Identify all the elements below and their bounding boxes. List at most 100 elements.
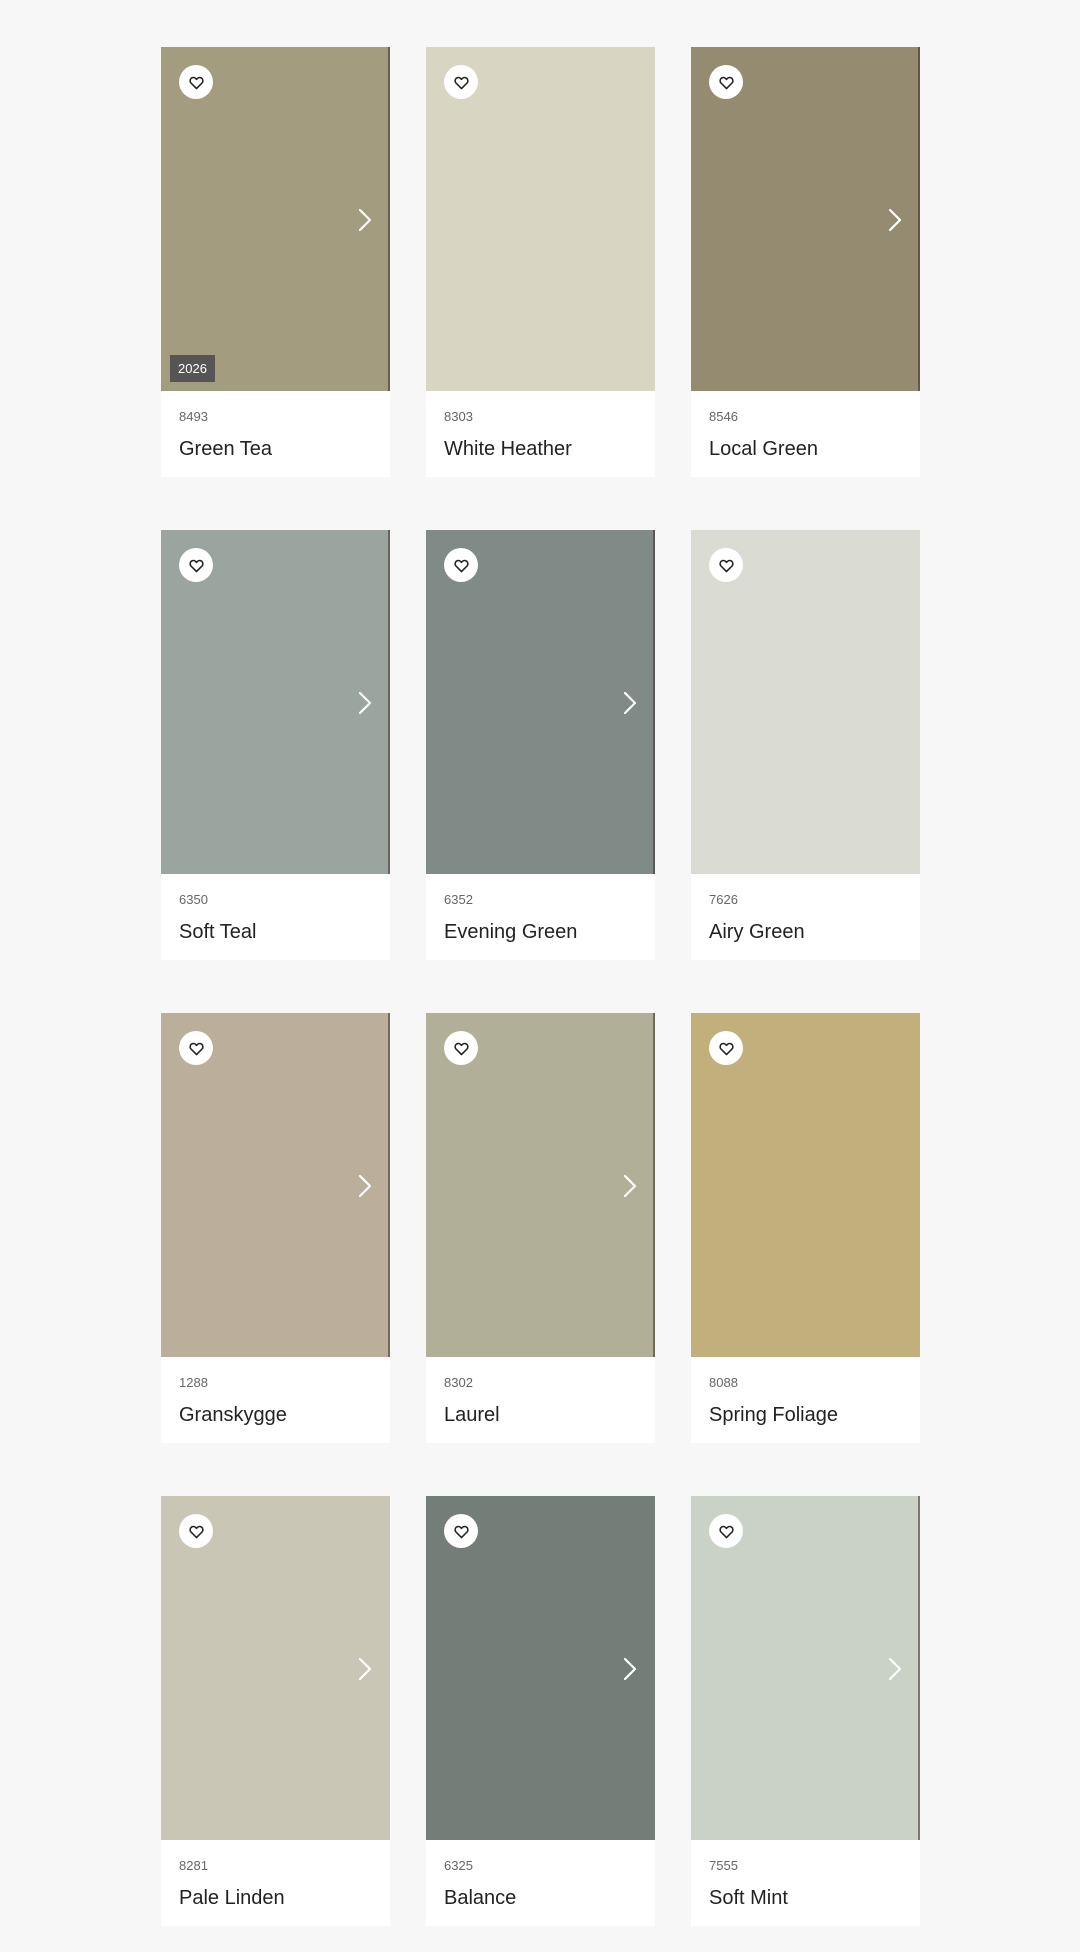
color-swatch[interactable] — [426, 1013, 655, 1357]
color-swatch[interactable]: 2026 — [161, 47, 390, 391]
color-swatch[interactable] — [426, 47, 655, 391]
chevron-right-icon — [358, 691, 372, 715]
next-image-peek — [653, 1013, 655, 1357]
heart-outline-icon — [453, 1042, 469, 1055]
color-code: 7626 — [709, 892, 738, 907]
color-info: 8281 Pale Linden — [161, 1840, 390, 1910]
next-image-peek — [918, 1496, 920, 1840]
color-info: 8493 Green Tea — [161, 391, 390, 461]
favorite-button[interactable] — [179, 65, 213, 99]
color-info: 8088 Spring Foliage — [691, 1357, 920, 1427]
next-image-button[interactable] — [882, 205, 908, 235]
heart-outline-icon — [188, 1042, 204, 1055]
heart-outline-icon — [188, 1525, 204, 1538]
color-card[interactable]: 1288 Granskygge — [161, 1013, 390, 1443]
color-name[interactable]: Evening Green — [444, 920, 637, 944]
favorite-button[interactable] — [709, 65, 743, 99]
next-image-peek — [918, 47, 920, 391]
next-image-peek — [388, 1013, 390, 1357]
color-name[interactable]: Laurel — [444, 1403, 637, 1427]
next-image-button[interactable] — [617, 688, 643, 718]
favorite-button[interactable] — [444, 548, 478, 582]
color-name[interactable]: Granskygge — [179, 1403, 372, 1427]
heart-outline-icon — [718, 1525, 734, 1538]
favorite-button[interactable] — [709, 548, 743, 582]
color-swatch[interactable] — [161, 530, 390, 874]
color-info: 7555 Soft Mint — [691, 1840, 920, 1910]
color-code: 8302 — [444, 1375, 473, 1390]
color-card[interactable]: 8088 Spring Foliage — [691, 1013, 920, 1443]
color-info: 6325 Balance — [426, 1840, 655, 1910]
color-name[interactable]: Balance — [444, 1886, 637, 1910]
chevron-right-icon — [358, 1174, 372, 1198]
color-code: 8281 — [179, 1858, 208, 1873]
next-image-button[interactable] — [352, 688, 378, 718]
next-image-button[interactable] — [617, 1171, 643, 1201]
next-image-button[interactable] — [352, 205, 378, 235]
color-swatch[interactable] — [161, 1013, 390, 1357]
favorite-button[interactable] — [709, 1031, 743, 1065]
color-code: 6325 — [444, 1858, 473, 1873]
color-card[interactable]: 6325 Balance — [426, 1496, 655, 1926]
heart-outline-icon — [453, 76, 469, 89]
color-info: 6350 Soft Teal — [161, 874, 390, 944]
color-info: 8302 Laurel — [426, 1357, 655, 1427]
color-swatch[interactable] — [426, 1496, 655, 1840]
chevron-right-icon — [623, 1174, 637, 1198]
color-name[interactable]: Soft Teal — [179, 920, 372, 944]
next-image-button[interactable] — [352, 1171, 378, 1201]
color-info: 8303 White Heather — [426, 391, 655, 461]
color-code: 7555 — [709, 1858, 738, 1873]
heart-outline-icon — [453, 559, 469, 572]
color-swatch[interactable] — [691, 47, 920, 391]
color-card[interactable]: 7626 Airy Green — [691, 530, 920, 960]
favorite-button[interactable] — [179, 1031, 213, 1065]
color-card[interactable]: 8302 Laurel — [426, 1013, 655, 1443]
color-card[interactable]: 7555 Soft Mint — [691, 1496, 920, 1926]
next-image-peek — [653, 530, 655, 874]
color-card[interactable]: 8546 Local Green — [691, 47, 920, 477]
color-name[interactable]: Green Tea — [179, 437, 372, 461]
color-code: 8303 — [444, 409, 473, 424]
color-code: 6350 — [179, 892, 208, 907]
color-name[interactable]: Airy Green — [709, 920, 902, 944]
favorite-button[interactable] — [444, 65, 478, 99]
favorite-button[interactable] — [179, 1514, 213, 1548]
favorite-button[interactable] — [444, 1031, 478, 1065]
color-swatch[interactable] — [691, 530, 920, 874]
color-swatch-grid: 2026 8493 Green Tea 8303 White Heather 8… — [161, 47, 920, 1926]
color-swatch[interactable] — [691, 1496, 920, 1840]
color-code: 6352 — [444, 892, 473, 907]
next-image-button[interactable] — [882, 1654, 908, 1684]
color-card[interactable]: 8281 Pale Linden — [161, 1496, 390, 1926]
next-image-button[interactable] — [617, 1654, 643, 1684]
chevron-right-icon — [888, 208, 902, 232]
next-image-peek — [388, 47, 390, 391]
next-image-button[interactable] — [352, 1654, 378, 1684]
color-swatch[interactable] — [426, 530, 655, 874]
color-info: 1288 Granskygge — [161, 1357, 390, 1427]
color-card[interactable]: 8303 White Heather — [426, 47, 655, 477]
color-swatch[interactable] — [691, 1013, 920, 1357]
color-name[interactable]: Soft Mint — [709, 1886, 902, 1910]
color-swatch[interactable] — [161, 1496, 390, 1840]
color-card[interactable]: 6350 Soft Teal — [161, 530, 390, 960]
color-name[interactable]: Pale Linden — [179, 1886, 372, 1910]
color-name[interactable]: Local Green — [709, 437, 902, 461]
color-name[interactable]: White Heather — [444, 437, 637, 461]
favorite-button[interactable] — [444, 1514, 478, 1548]
color-card[interactable]: 6352 Evening Green — [426, 530, 655, 960]
heart-outline-icon — [718, 76, 734, 89]
color-code: 8088 — [709, 1375, 738, 1390]
heart-outline-icon — [453, 1525, 469, 1538]
year-badge: 2026 — [170, 355, 215, 382]
heart-outline-icon — [188, 559, 204, 572]
favorite-button[interactable] — [709, 1514, 743, 1548]
color-card[interactable]: 2026 8493 Green Tea — [161, 47, 390, 477]
color-info: 8546 Local Green — [691, 391, 920, 461]
favorite-button[interactable] — [179, 548, 213, 582]
color-name[interactable]: Spring Foliage — [709, 1403, 902, 1427]
chevron-right-icon — [888, 1657, 902, 1681]
chevron-right-icon — [623, 691, 637, 715]
chevron-right-icon — [358, 1657, 372, 1681]
